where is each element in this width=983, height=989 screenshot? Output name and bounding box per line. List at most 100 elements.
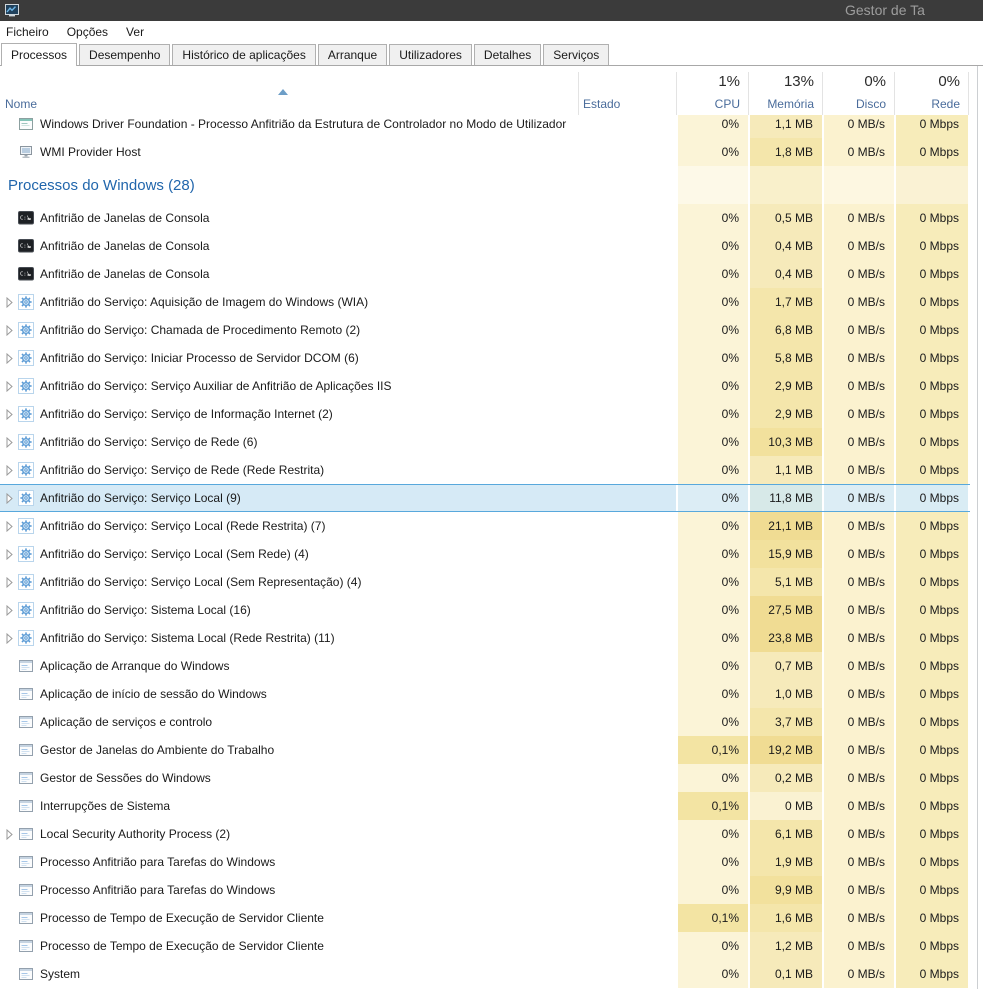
process-name-cell[interactable]: Local Security Authority Process (2): [0, 820, 576, 848]
table-row[interactable]: Anfitrião do Serviço: Aquisição de Image…: [0, 288, 983, 316]
expand-chevron-icon[interactable]: [0, 493, 18, 504]
process-name-cell[interactable]: Anfitrião do Serviço: Serviço de Informa…: [0, 400, 576, 428]
expand-chevron-icon[interactable]: [0, 829, 18, 840]
process-name-cell[interactable]: Anfitrião do Serviço: Serviço Local (Sem…: [0, 540, 576, 568]
expand-chevron-icon[interactable]: [0, 297, 18, 308]
table-row[interactable]: Anfitrião do Serviço: Serviço de Rede (6…: [0, 428, 983, 456]
expand-chevron-icon[interactable]: [0, 465, 18, 476]
process-name-cell[interactable]: Aplicação de Arranque do Windows: [0, 652, 576, 680]
process-name-cell[interactable]: Processo de Tempo de Execução de Servido…: [0, 904, 576, 932]
process-name-cell[interactable]: C:\ Anfitrião de Janelas de Consola: [0, 260, 576, 288]
disk-cell: 0 MB/s: [824, 484, 894, 512]
expand-chevron-icon[interactable]: [0, 381, 18, 392]
table-row[interactable]: Anfitrião do Serviço: Serviço de Informa…: [0, 400, 983, 428]
column-header-rede[interactable]: 0% Rede: [931, 73, 960, 111]
column-header-memoria[interactable]: 13% Memória: [767, 73, 814, 111]
process-name-cell[interactable]: Anfitrião do Serviço: Iniciar Processo d…: [0, 344, 576, 372]
table-row[interactable]: Aplicação de Arranque do Windows 0% 0,7 …: [0, 652, 983, 680]
process-name-cell[interactable]: Anfitrião do Serviço: Sistema Local (16): [0, 596, 576, 624]
table-row[interactable]: System 0% 0,1 MB 0 MB/s 0 Mbps: [0, 960, 983, 988]
menu-ver[interactable]: Ver: [117, 25, 153, 39]
process-name-cell[interactable]: Anfitrião do Serviço: Chamada de Procedi…: [0, 316, 576, 344]
process-name-cell[interactable]: C:\ Anfitrião de Janelas de Consola: [0, 232, 576, 260]
table-row[interactable]: Local Security Authority Process (2) 0% …: [0, 820, 983, 848]
table-row[interactable]: Processo de Tempo de Execução de Servido…: [0, 904, 983, 932]
expand-chevron-icon[interactable]: [0, 409, 18, 420]
tab-desempenho[interactable]: Desempenho: [79, 44, 170, 65]
column-header-estado[interactable]: Estado: [583, 97, 620, 111]
network-cell: 0 Mbps: [896, 960, 968, 988]
table-row[interactable]: Anfitrião do Serviço: Serviço Local (Sem…: [0, 568, 983, 596]
table-row[interactable]: C:\ Anfitrião de Janelas de Consola 0% 0…: [0, 232, 983, 260]
table-row[interactable]: Anfitrião do Serviço: Serviço Local (9) …: [0, 484, 983, 512]
process-name-cell[interactable]: Processo Anfitrião para Tarefas do Windo…: [0, 876, 576, 904]
menu-ficheiro[interactable]: Ficheiro: [0, 25, 58, 39]
table-row[interactable]: Anfitrião do Serviço: Serviço Local (Red…: [0, 512, 983, 540]
table-row[interactable]: Anfitrião do Serviço: Serviço Local (Sem…: [0, 540, 983, 568]
table-row[interactable]: Aplicação de serviços e controlo 0% 3,7 …: [0, 708, 983, 736]
table-row[interactable]: Processo Anfitrião para Tarefas do Windo…: [0, 848, 983, 876]
tab-historico-de-aplicacoes[interactable]: Histórico de aplicações: [172, 44, 315, 65]
expand-chevron-icon[interactable]: [0, 437, 18, 448]
tab-processos[interactable]: Processos: [1, 43, 77, 66]
process-name-cell[interactable]: Anfitrião do Serviço: Aquisição de Image…: [0, 288, 576, 316]
table-row[interactable]: Processo de Tempo de Execução de Servido…: [0, 932, 983, 960]
table-row[interactable]: Windows Driver Foundation - Processo Anf…: [0, 115, 983, 138]
process-name-cell[interactable]: Gestor de Sessões do Windows: [0, 764, 576, 792]
tab-utilizadores[interactable]: Utilizadores: [389, 44, 472, 65]
expand-chevron-icon[interactable]: [0, 549, 18, 560]
process-name-cell[interactable]: Aplicação de serviços e controlo: [0, 708, 576, 736]
process-name-cell[interactable]: Anfitrião do Serviço: Serviço Auxiliar d…: [0, 372, 576, 400]
column-header-cpu[interactable]: 1% CPU: [715, 73, 740, 111]
status-cell: [576, 316, 676, 344]
table-row[interactable]: Anfitrião do Serviço: Serviço de Rede (R…: [0, 456, 983, 484]
tab-detalhes[interactable]: Detalhes: [474, 44, 541, 65]
expand-chevron-icon[interactable]: [0, 521, 18, 532]
table-row[interactable]: Interrupções de Sistema 0,1% 0 MB 0 MB/s…: [0, 792, 983, 820]
process-name-cell[interactable]: Anfitrião do Serviço: Serviço de Rede (6…: [0, 428, 576, 456]
expand-chevron-icon[interactable]: [0, 633, 18, 644]
process-name-cell[interactable]: Processo de Tempo de Execução de Servido…: [0, 932, 576, 960]
table-row[interactable]: C:\ Anfitrião de Janelas de Consola 0% 0…: [0, 204, 983, 232]
process-name-cell[interactable]: Interrupções de Sistema: [0, 792, 576, 820]
process-name-cell[interactable]: Windows Driver Foundation - Processo Anf…: [0, 115, 576, 138]
table-row[interactable]: Gestor de Janelas do Ambiente do Trabalh…: [0, 736, 983, 764]
tab-arranque[interactable]: Arranque: [318, 44, 387, 65]
expand-chevron-icon[interactable]: [0, 605, 18, 616]
process-name-cell[interactable]: Processo Anfitrião para Tarefas do Windo…: [0, 848, 576, 876]
table-row[interactable]: Processo Anfitrião para Tarefas do Windo…: [0, 876, 983, 904]
process-name-cell[interactable]: WMI Provider Host: [0, 138, 576, 166]
process-name-cell[interactable]: Anfitrião do Serviço: Sistema Local (Red…: [0, 624, 576, 652]
table-row[interactable]: Gestor de Sessões do Windows 0% 0,2 MB 0…: [0, 764, 983, 792]
process-name-cell[interactable]: Anfitrião do Serviço: Serviço Local (Sem…: [0, 568, 576, 596]
process-name: Anfitrião do Serviço: Serviço Auxiliar d…: [40, 379, 392, 393]
expand-chevron-icon[interactable]: [0, 577, 18, 588]
menu-opcoes[interactable]: Opções: [58, 25, 117, 39]
table-row[interactable]: Anfitrião do Serviço: Sistema Local (16)…: [0, 596, 983, 624]
tab-servicos[interactable]: Serviços: [543, 44, 609, 65]
table-row[interactable]: Anfitrião do Serviço: Chamada de Procedi…: [0, 316, 983, 344]
table-row[interactable]: Aplicação de início de sessão do Windows…: [0, 680, 983, 708]
cpu-cell: 0%: [678, 596, 748, 624]
process-name-cell[interactable]: Anfitrião do Serviço: Serviço Local (9): [0, 484, 576, 512]
table-row[interactable]: Anfitrião do Serviço: Sistema Local (Red…: [0, 624, 983, 652]
process-name-cell[interactable]: C:\ Anfitrião de Janelas de Consola: [0, 204, 576, 232]
expand-chevron-icon[interactable]: [0, 353, 18, 364]
process-name-cell[interactable]: Aplicação de início de sessão do Windows: [0, 680, 576, 708]
table-row[interactable]: Anfitrião do Serviço: Iniciar Processo d…: [0, 344, 983, 372]
process-name-cell[interactable]: System: [0, 960, 576, 988]
column-header-disco[interactable]: 0% Disco: [856, 73, 886, 111]
group-label[interactable]: Processos do Windows (28): [0, 166, 576, 204]
column-header-nome[interactable]: Nome: [5, 97, 37, 111]
group-header-row[interactable]: Processos do Windows (28): [0, 166, 983, 204]
process-name-cell[interactable]: Gestor de Janelas do Ambiente do Trabalh…: [0, 736, 576, 764]
status-cell: [576, 848, 676, 876]
disk-label: Disco: [856, 97, 886, 111]
expand-chevron-icon[interactable]: [0, 325, 18, 336]
table-row[interactable]: C:\ Anfitrião de Janelas de Consola 0% 0…: [0, 260, 983, 288]
process-name-cell[interactable]: Anfitrião do Serviço: Serviço de Rede (R…: [0, 456, 576, 484]
process-name-cell[interactable]: Anfitrião do Serviço: Serviço Local (Red…: [0, 512, 576, 540]
disk-cell: 0 MB/s: [824, 232, 894, 260]
table-row[interactable]: WMI Provider Host 0% 1,8 MB 0 MB/s 0 Mbp…: [0, 138, 983, 166]
table-row[interactable]: Anfitrião do Serviço: Serviço Auxiliar d…: [0, 372, 983, 400]
